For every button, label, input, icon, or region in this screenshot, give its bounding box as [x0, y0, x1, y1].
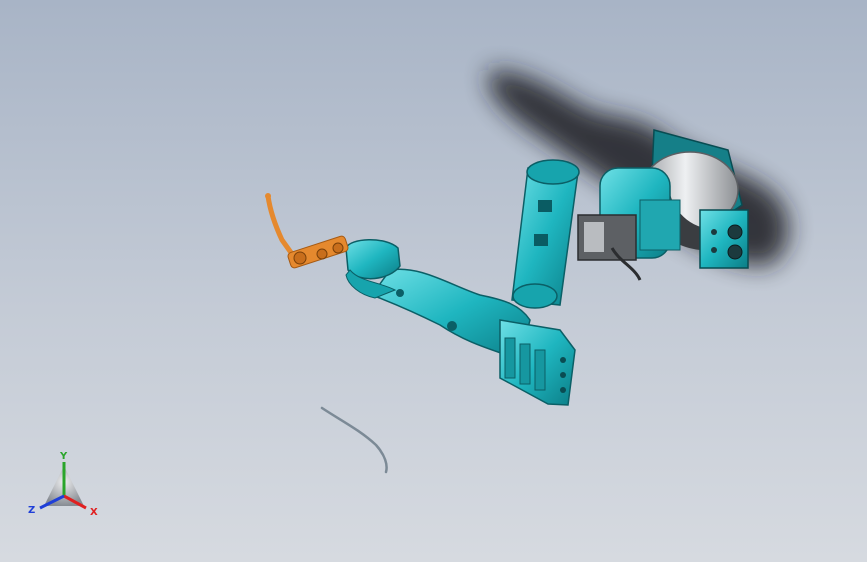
- model-canvas[interactable]: [0, 0, 867, 562]
- upper-arm[interactable]: [511, 159, 580, 309]
- graphics-viewport[interactable]: Y X Z: [0, 0, 867, 562]
- connector-panel[interactable]: [699, 209, 749, 269]
- y-axis-label: Y: [60, 451, 68, 462]
- x-axis-label: X: [90, 507, 98, 518]
- wrist[interactable]: [345, 239, 401, 299]
- elbow-housing[interactable]: [499, 319, 576, 406]
- welding-torch[interactable]: [265, 193, 349, 269]
- shoulder-servo[interactable]: [577, 214, 642, 281]
- loose-cable[interactable]: [320, 406, 388, 474]
- coordinate-triad: Y X Z: [24, 446, 114, 526]
- triad-graphic: [39, 462, 87, 510]
- z-axis-label: Z: [28, 505, 36, 516]
